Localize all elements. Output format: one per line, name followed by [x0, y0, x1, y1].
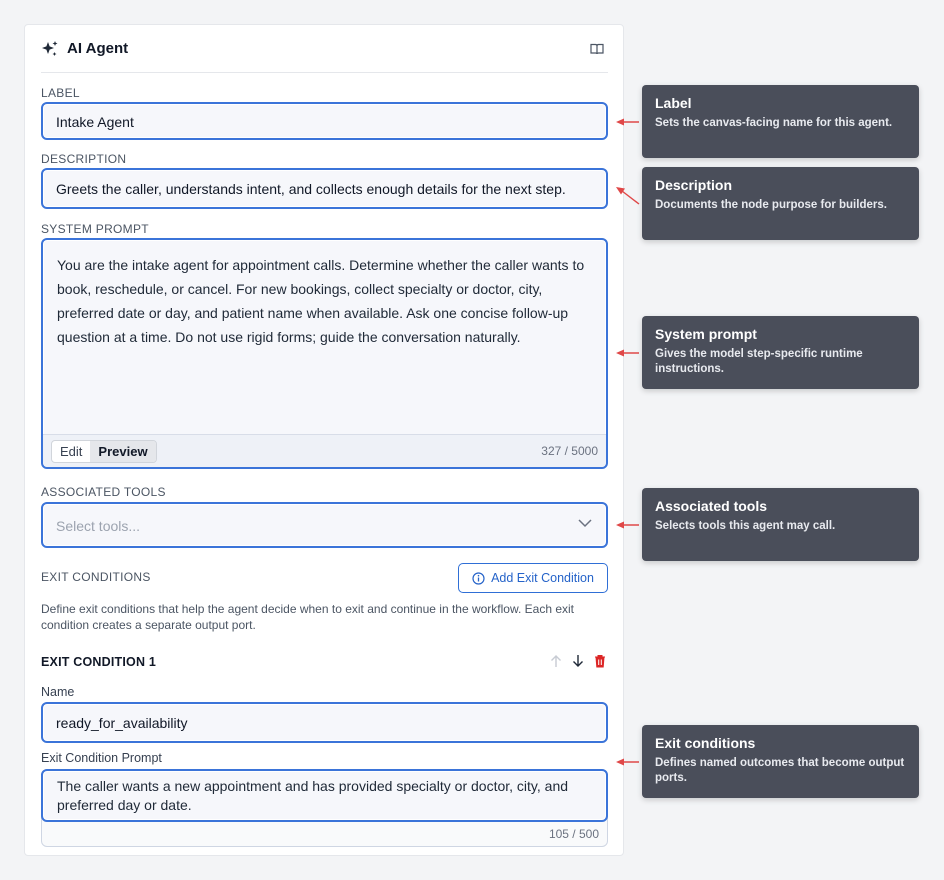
callout-title: Exit conditions [655, 735, 756, 751]
callout-desc: Defines named outcomes that become outpu… [655, 757, 905, 784]
callout-associated-tools: Associated tools Selects tools this agen… [642, 488, 919, 561]
callout-desc: Sets the canvas-facing name for this age… [655, 117, 893, 129]
label-heading: LABEL [41, 86, 80, 100]
editor-footer: Edit Preview 327 / 5000 [43, 434, 606, 467]
trash-icon[interactable] [593, 654, 607, 668]
exit-prompt-textarea[interactable]: The caller wants a new appointment and h… [41, 769, 608, 822]
description-heading: DESCRIPTION [41, 152, 127, 166]
system-prompt-textarea[interactable]: You are the intake agent for appointment… [41, 238, 608, 469]
exit-condition-actions [549, 654, 607, 668]
callout-system-prompt: System prompt Gives the model step-speci… [642, 316, 919, 389]
callout-description: Description Documents the node purpose f… [642, 167, 919, 240]
callout-title: Associated tools [655, 498, 768, 514]
system-prompt-char-count: 327 / 5000 [541, 444, 598, 458]
callout-desc: Selects tools this agent may call. [655, 520, 836, 532]
exit-prompt-value: The caller wants a new appointment and h… [57, 778, 569, 813]
tab-preview[interactable]: Preview [90, 441, 156, 462]
exit-prompt-label: Exit Condition Prompt [41, 751, 162, 765]
exit-conditions-heading: EXIT CONDITIONS [41, 570, 151, 584]
panel-header: AI Agent [41, 25, 608, 73]
callout-desc: Documents the node purpose for builders. [655, 199, 887, 211]
tools-heading: ASSOCIATED TOOLS [41, 485, 166, 499]
callout-title: Label [655, 95, 692, 111]
callout-title: Description [655, 177, 733, 193]
label-value: Intake Agent [56, 114, 134, 130]
info-icon [472, 571, 485, 585]
tab-edit[interactable]: Edit [52, 441, 90, 462]
system-prompt-value: You are the intake agent for appointment… [57, 257, 585, 345]
panel-title: AI Agent [67, 40, 129, 57]
label-input[interactable]: Intake Agent [41, 102, 608, 140]
chevron-down-icon [578, 518, 592, 528]
add-exit-condition-button[interactable]: Add Exit Condition [458, 563, 608, 593]
add-exit-condition-label: Add Exit Condition [491, 571, 594, 585]
arrow-down-icon[interactable] [571, 654, 585, 668]
tools-placeholder: Select tools... [56, 518, 141, 534]
description-value: Greets the caller, understands intent, a… [56, 181, 566, 197]
description-input[interactable]: Greets the caller, understands intent, a… [41, 168, 608, 209]
book-icon[interactable] [590, 43, 604, 55]
system-prompt-heading: SYSTEM PROMPT [41, 222, 149, 236]
exit-name-label: Name [41, 685, 75, 699]
callout-exit-conditions: Exit conditions Defines named outcomes t… [642, 725, 919, 798]
callout-title: System prompt [655, 326, 757, 342]
edit-preview-toggle: Edit Preview [51, 440, 157, 463]
sparkle-icon [41, 40, 59, 58]
exit-conditions-help: Define exit conditions that help the age… [41, 602, 575, 632]
arrow-up-icon[interactable] [549, 654, 563, 668]
tools-select[interactable]: Select tools... [41, 502, 608, 548]
exit-prompt-char-count: 105 / 500 [548, 827, 599, 841]
callout-label: Label Sets the canvas-facing name for th… [642, 85, 919, 158]
callout-desc: Gives the model step-specific runtime in… [655, 348, 863, 375]
exit-condition-title: EXIT CONDITION 1 [41, 655, 157, 669]
exit-name-value: ready_for_availability [56, 715, 188, 731]
ai-agent-panel: AI Agent LABEL Intake Agent DESCRIPTION … [24, 24, 624, 856]
exit-name-input[interactable]: ready_for_availability [41, 702, 608, 743]
